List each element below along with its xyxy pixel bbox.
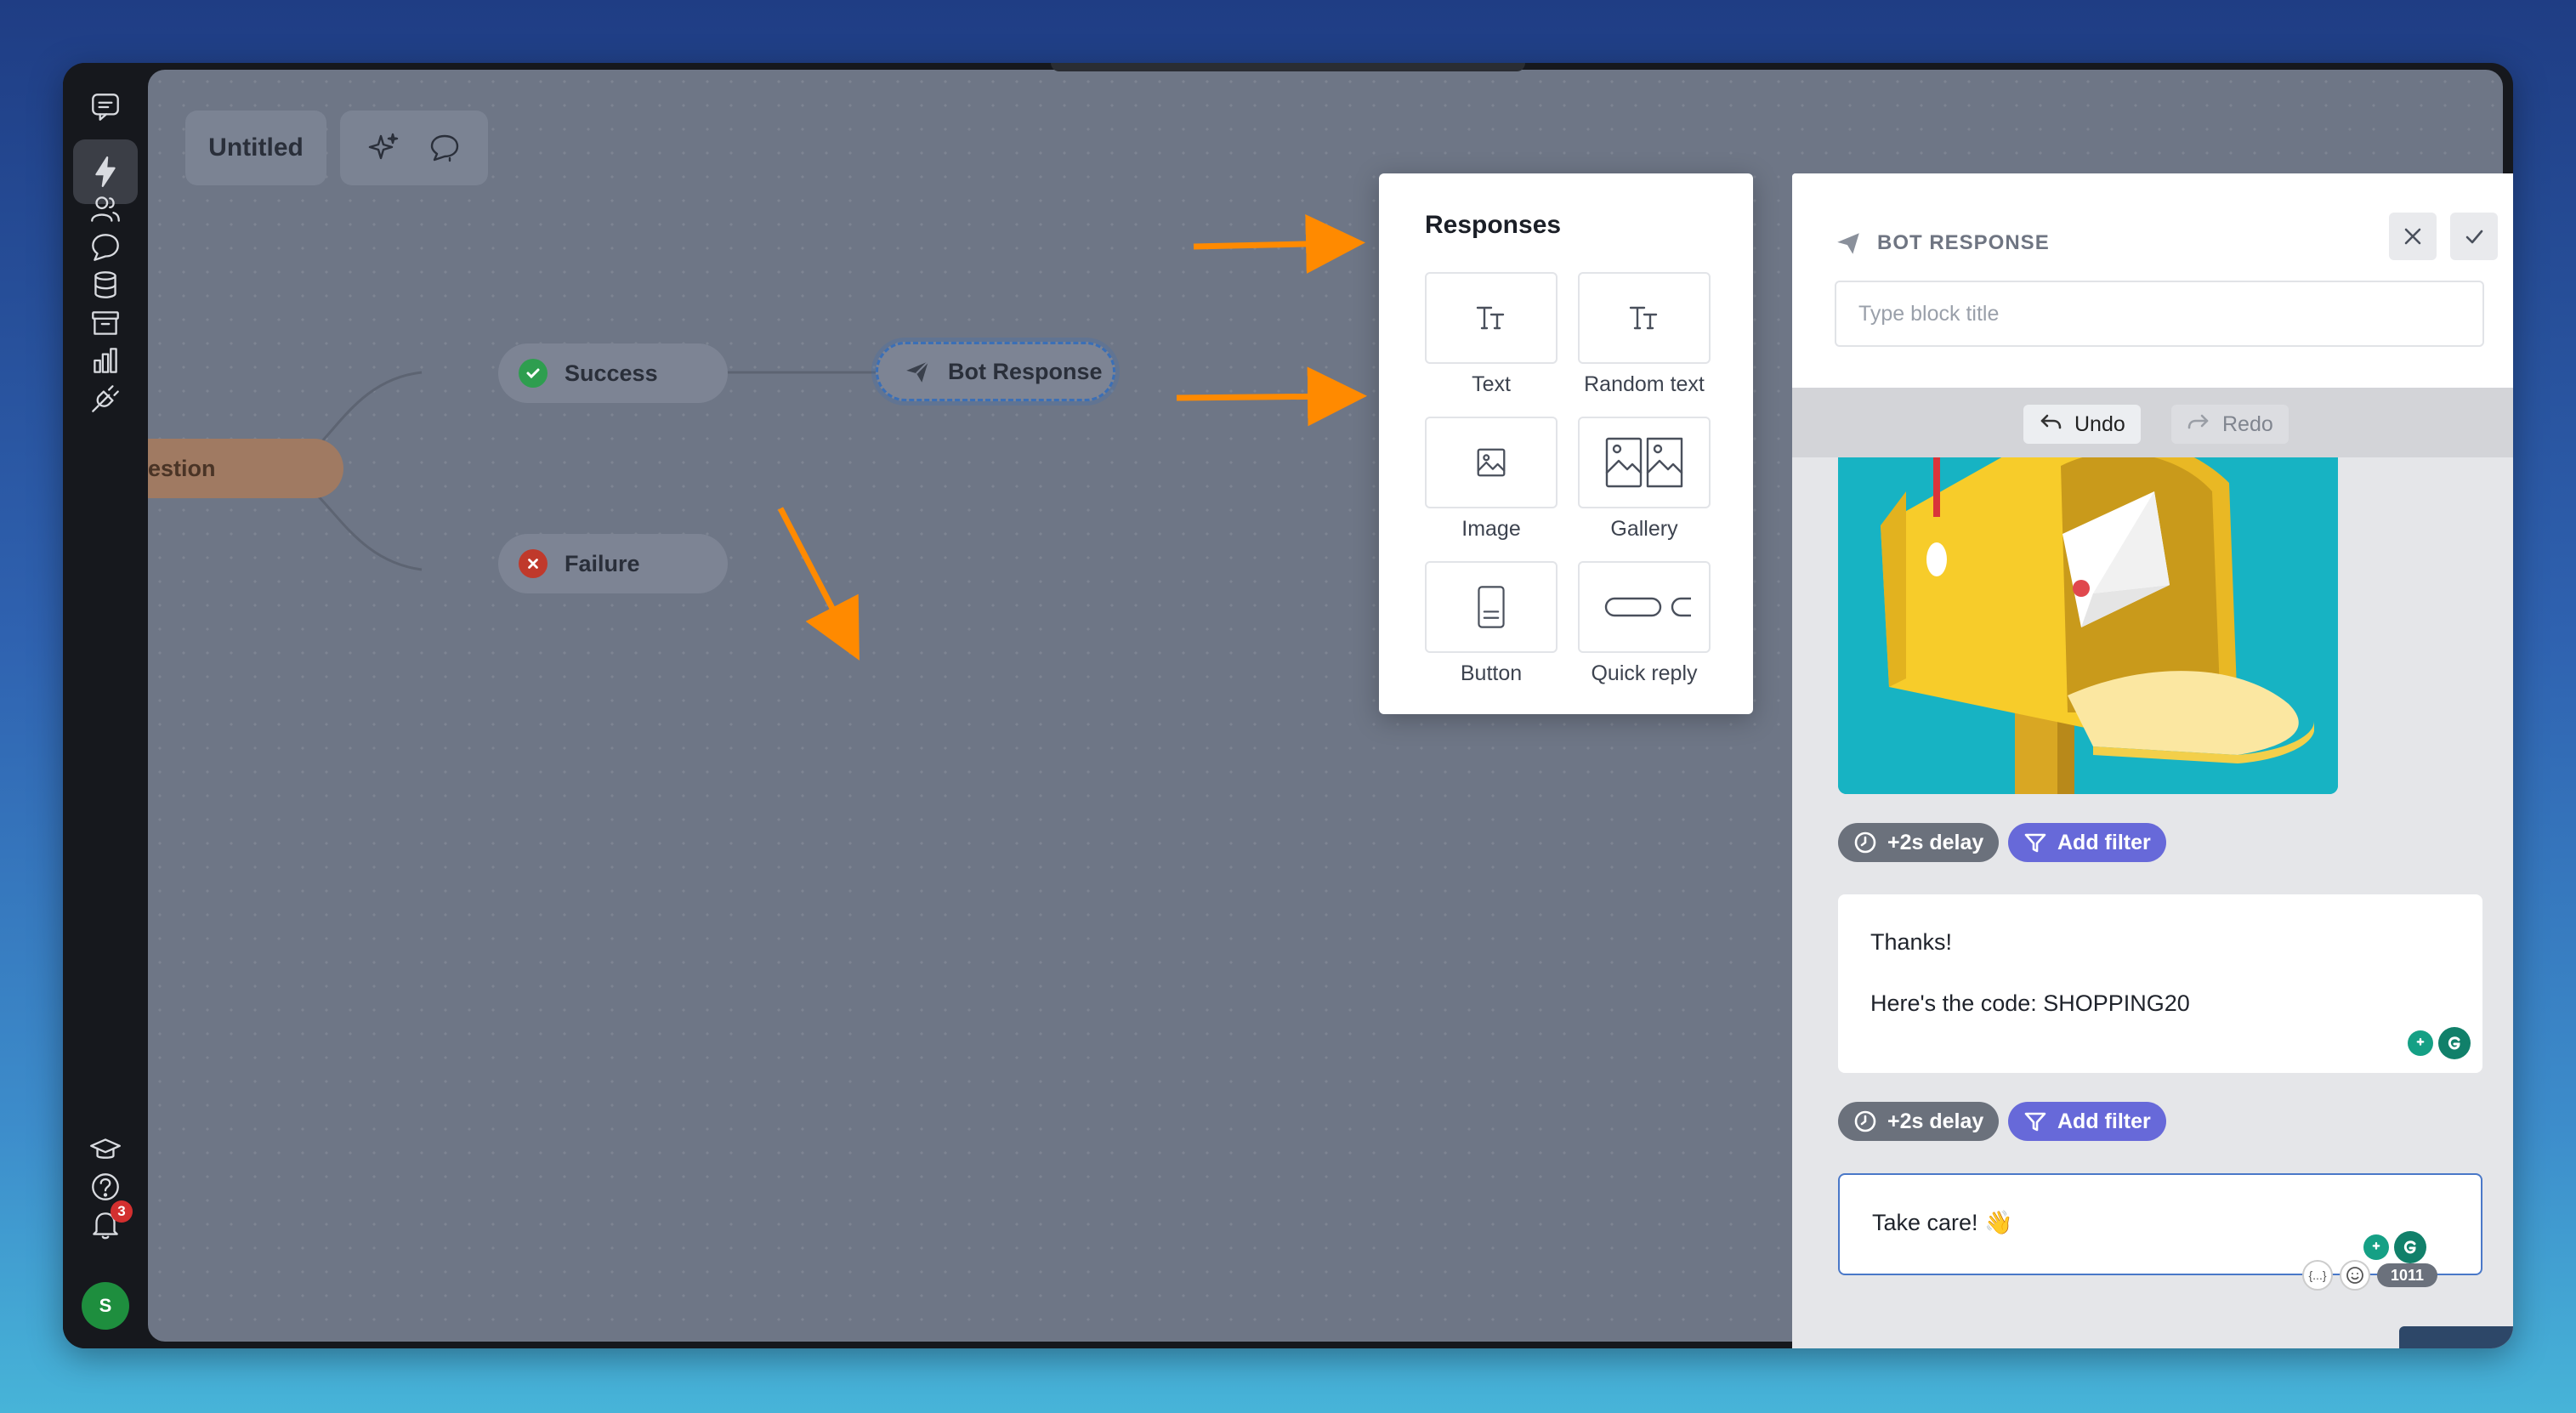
filter-icon xyxy=(2024,1112,2046,1132)
grammarly-icon xyxy=(2394,1231,2426,1263)
lightbulb-icon xyxy=(2363,1234,2389,1260)
text-type-icon xyxy=(1629,306,1658,330)
add-filter-label: Add filter xyxy=(2057,1109,2151,1133)
lightbulb-icon xyxy=(2408,1030,2433,1056)
undo-label: Undo xyxy=(2074,411,2125,436)
panel-title-text: BOT RESPONSE xyxy=(1877,231,2050,254)
message-tools: {...} 1011 xyxy=(2302,1260,2438,1291)
response-random-text[interactable]: Random text xyxy=(1578,272,1711,397)
avatar[interactable]: S xyxy=(82,1282,129,1330)
image-icon xyxy=(1477,448,1506,477)
grammarly-widget[interactable] xyxy=(2408,1027,2471,1059)
mailbox-illustration xyxy=(1838,457,2338,794)
add-filter-label: Add filter xyxy=(2057,830,2151,854)
node-success[interactable]: Success xyxy=(498,343,728,403)
sidebar: 3 S xyxy=(63,63,148,1348)
quick-reply-icon xyxy=(1604,597,1691,617)
text-message-1[interactable]: Thanks! Here's the code: SHOPPING20 xyxy=(1838,894,2482,1073)
grammarly-widget[interactable] xyxy=(2363,1231,2426,1263)
node-bot-response-label: Bot Response xyxy=(948,358,1103,384)
node-failure-label: Failure xyxy=(565,550,640,576)
node-bot-response[interactable]: Bot Response xyxy=(876,342,1115,401)
responses-heading: Responses xyxy=(1425,211,1562,239)
close-icon xyxy=(2404,228,2421,245)
button-icon xyxy=(1478,586,1505,628)
clock-icon xyxy=(1854,1110,1876,1132)
check-icon xyxy=(519,359,548,388)
response-image-label: Image xyxy=(1461,517,1521,541)
grammarly-icon xyxy=(2438,1027,2471,1059)
undo-redo-bar: Undo Redo xyxy=(1792,388,2513,457)
response-gallery-label: Gallery xyxy=(1610,517,1678,541)
send-icon xyxy=(904,358,931,385)
text-type-icon xyxy=(1476,306,1505,330)
message-2-text: Take care! 👋 xyxy=(1872,1210,2013,1235)
filter-icon xyxy=(2024,833,2046,853)
undo-icon xyxy=(2040,414,2062,429)
add-filter-button[interactable]: Add filter xyxy=(2008,1102,2166,1141)
redo-button[interactable]: Redo xyxy=(2171,405,2289,444)
confirm-button[interactable] xyxy=(2450,213,2498,260)
sidebar-item-integrations[interactable] xyxy=(73,366,138,431)
check-icon xyxy=(2465,230,2483,244)
response-quick-reply-label: Quick reply xyxy=(1591,661,1698,685)
gallery-icon xyxy=(1605,437,1683,488)
redo-icon xyxy=(2187,414,2209,429)
emoji-button[interactable] xyxy=(2340,1260,2370,1291)
window-notch xyxy=(1051,63,1525,71)
delay-chip[interactable]: +2s delay xyxy=(1838,823,2000,862)
response-random-text-label: Random text xyxy=(1584,372,1705,396)
message-1-line-1: Thanks! xyxy=(1870,929,1953,955)
responses-popover: Responses Text Random text Image Gallery… xyxy=(1379,173,1753,714)
delay-chip[interactable]: +2s delay xyxy=(1838,1102,2000,1141)
response-text[interactable]: Text xyxy=(1425,272,1558,397)
node-success-label: Success xyxy=(565,360,658,386)
clock-icon xyxy=(1854,831,1876,854)
close-circle-icon xyxy=(519,549,548,578)
emoji-icon xyxy=(2346,1267,2363,1284)
chat-logo-icon xyxy=(92,94,119,121)
delay-chip-label: +2s delay xyxy=(1887,1109,1984,1133)
panel-header: BOT RESPONSE xyxy=(1792,173,2513,388)
message-image[interactable] xyxy=(1838,457,2338,794)
delay-chip-label: +2s delay xyxy=(1887,830,1984,854)
response-text-label: Text xyxy=(1472,372,1511,396)
sidebar-item-notifications[interactable]: 3 xyxy=(73,1192,138,1257)
response-button[interactable]: Button xyxy=(1425,561,1558,686)
send-icon xyxy=(1837,233,1859,254)
variable-button[interactable]: {...} xyxy=(2302,1260,2333,1291)
char-counter: 1011 xyxy=(2377,1263,2438,1287)
node-question[interactable]: estion xyxy=(148,439,343,498)
notification-badge: 3 xyxy=(111,1200,133,1223)
background-button xyxy=(2399,1326,2513,1348)
node-failure[interactable]: Failure xyxy=(498,534,728,593)
sidebar-logo[interactable] xyxy=(73,75,138,139)
response-quick-reply[interactable]: Quick reply xyxy=(1578,561,1711,686)
close-button[interactable] xyxy=(2389,213,2437,260)
add-filter-button[interactable]: Add filter xyxy=(2008,823,2166,862)
undo-button[interactable]: Undo xyxy=(2023,405,2141,444)
panel-title: BOT RESPONSE xyxy=(1835,230,2050,257)
message-1-line-2: Here's the code: SHOPPING20 xyxy=(1870,990,2190,1017)
response-button-label: Button xyxy=(1460,661,1523,685)
plug-icon xyxy=(92,385,119,412)
response-image[interactable]: Image xyxy=(1425,417,1558,542)
block-title-input[interactable] xyxy=(1835,281,2484,347)
redo-label: Redo xyxy=(2222,411,2273,436)
node-question-label: estion xyxy=(148,455,216,481)
app-window: 3 S Untitled estion Success Failure Bot … xyxy=(63,63,2513,1348)
bot-response-panel: BOT RESPONSE Undo Redo xyxy=(1792,173,2513,1348)
response-gallery[interactable]: Gallery xyxy=(1578,417,1711,542)
